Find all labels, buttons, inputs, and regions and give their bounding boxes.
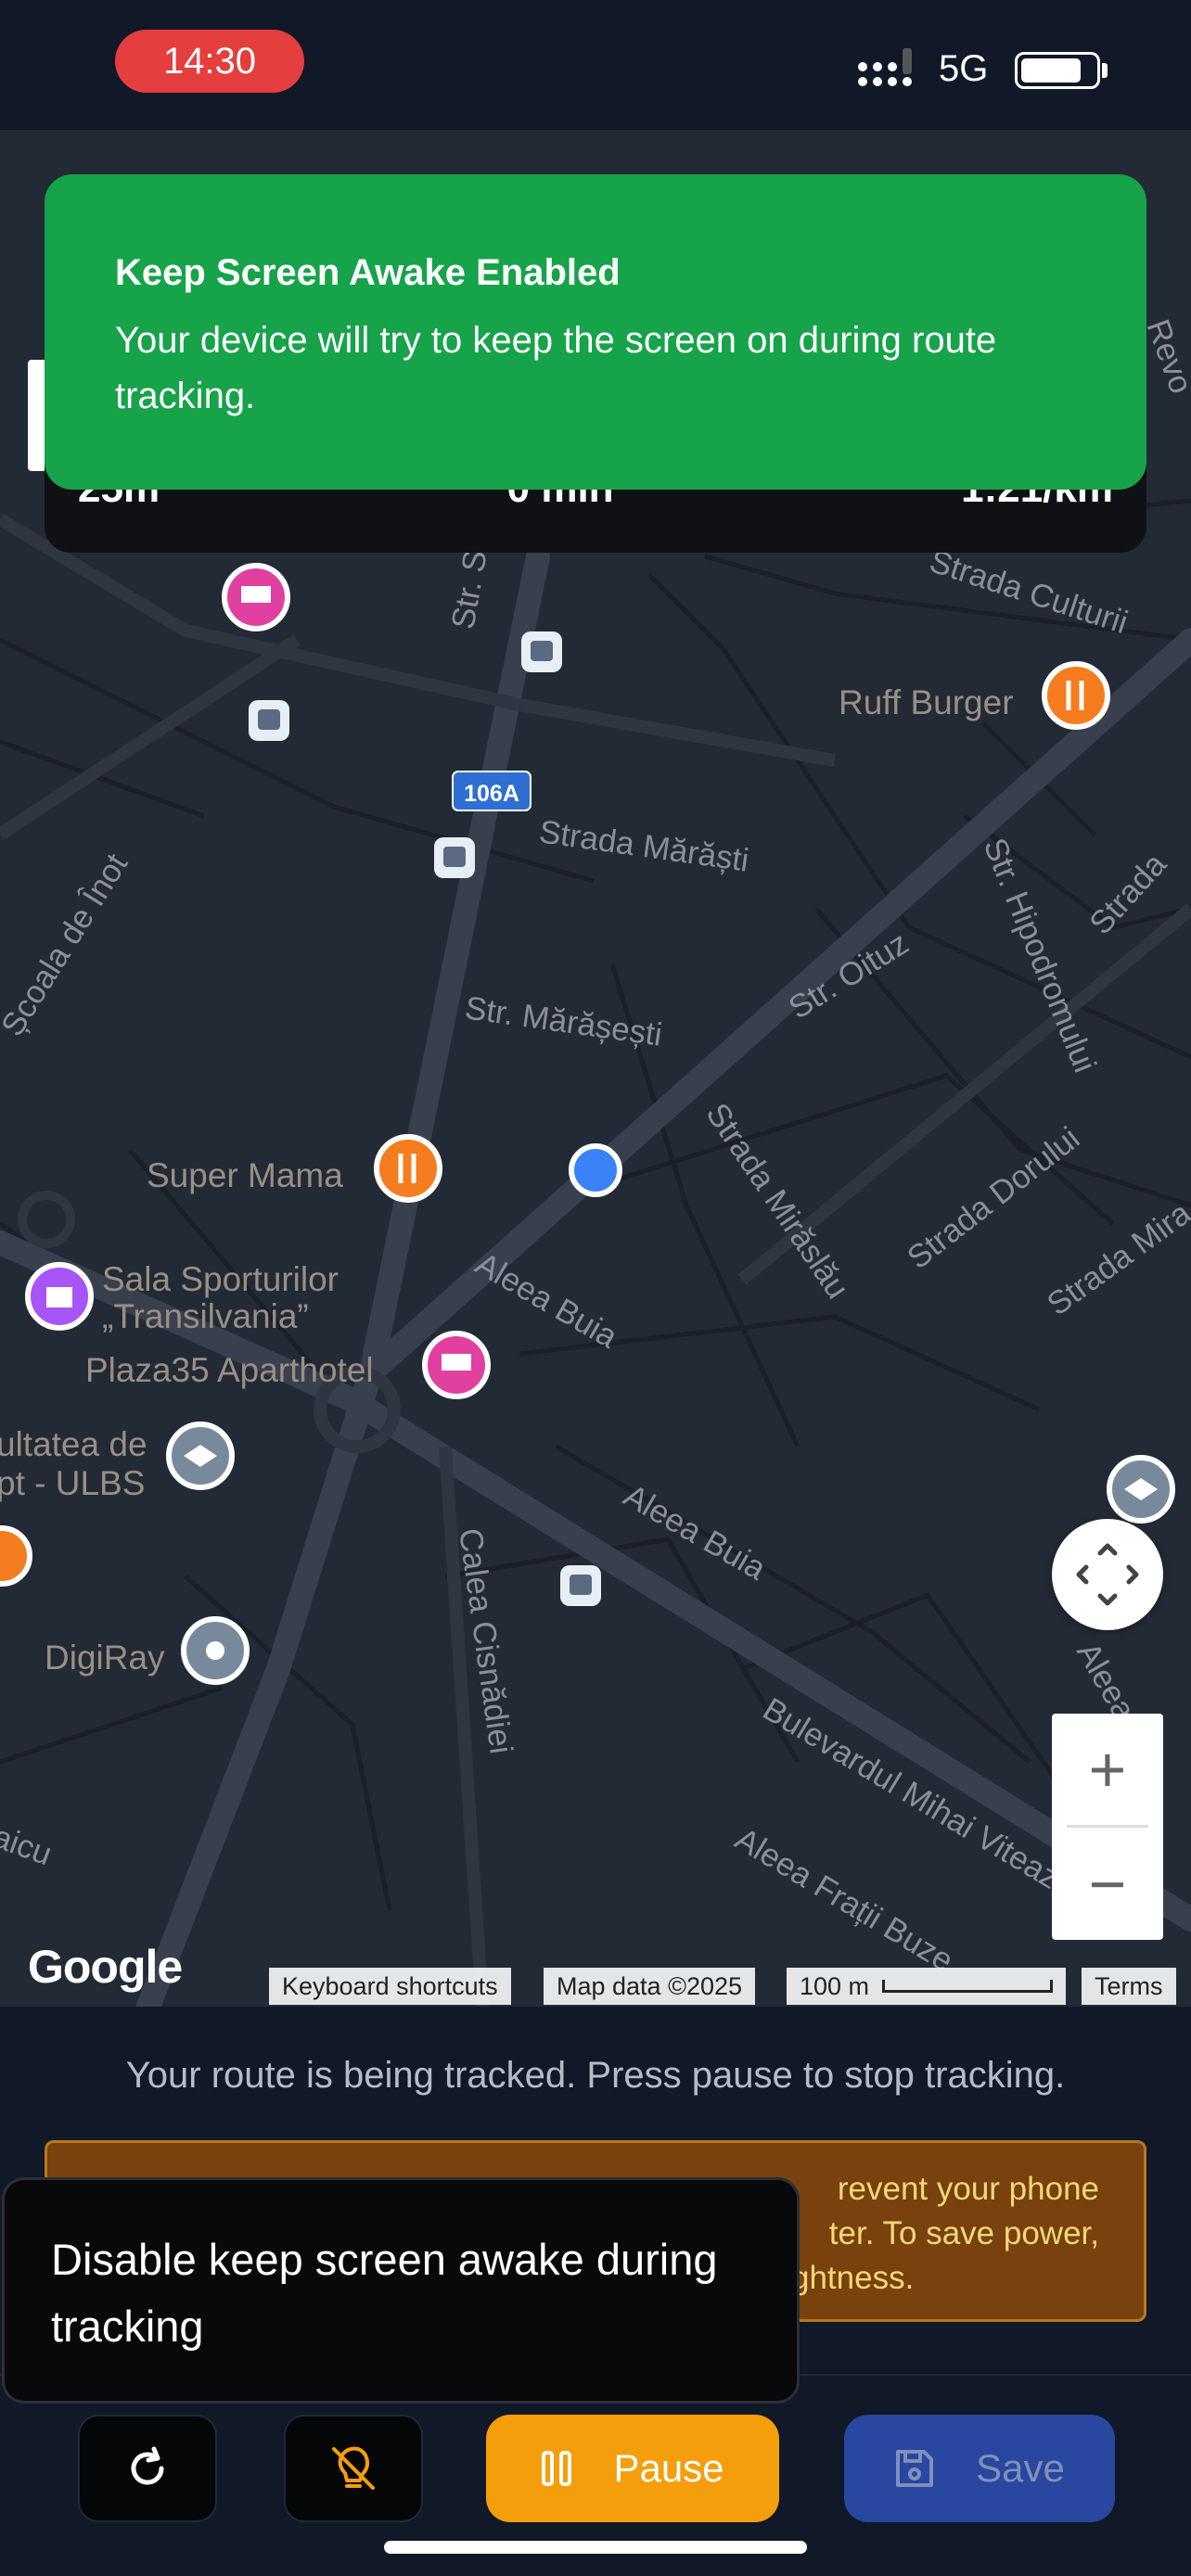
label-facultatea-1: ultatea de xyxy=(0,1425,147,1463)
school-pin-ulbs xyxy=(166,1422,235,1490)
label-digiray: DigiRay xyxy=(45,1639,165,1677)
refresh-icon xyxy=(131,2446,164,2485)
save-button[interactable]: Save xyxy=(844,2415,1115,2522)
battery-fill xyxy=(1021,58,1081,83)
keep-awake-tooltip: Disable keep screen awake during trackin… xyxy=(2,2177,800,2404)
label-ruff-burger: Ruff Burger xyxy=(839,683,1014,721)
status-time: 14:30 xyxy=(115,30,304,93)
restaurant-pin-ruff xyxy=(1042,661,1110,730)
hotel-pin-plaza35 xyxy=(422,1331,491,1399)
school-pin-right xyxy=(1107,1455,1175,1524)
restaurant-pin-edge xyxy=(0,1525,32,1587)
keep-awake-toast[interactable]: Keep Screen Awake Enabled Your device wi… xyxy=(45,174,1146,490)
network-type: 5G xyxy=(939,48,989,89)
recenter-arrows-icon xyxy=(1076,1543,1139,1606)
label-sala-2: „Transilvania” xyxy=(102,1297,309,1335)
map-scale-label: 100 m xyxy=(800,1971,870,2000)
label-sala-1: Sala Sporturilor xyxy=(102,1260,339,1298)
pause-icon xyxy=(542,2451,572,2486)
zoom-out-button[interactable]: − xyxy=(1052,1829,1163,1940)
tracking-status-text: Your route is being tracked. Press pause… xyxy=(125,2055,1066,2096)
google-logo: Google xyxy=(28,1941,183,1993)
save-label: Save xyxy=(976,2446,1065,2490)
label-facultatea-2: pt - ULBS xyxy=(0,1464,145,1502)
floppy-icon xyxy=(896,2450,934,2487)
terms-link[interactable]: Terms xyxy=(1082,1968,1176,2005)
bulb-off-icon xyxy=(332,2446,375,2490)
zoom-controls: + − xyxy=(1052,1714,1163,1940)
label-str-s: Str. S xyxy=(444,547,493,631)
hotel-pin-1 xyxy=(222,563,290,631)
label-strada-culturii: Strada Culturii xyxy=(926,543,1133,642)
recenter-button[interactable] xyxy=(1052,1519,1163,1630)
place-pin-digiray xyxy=(181,1616,250,1685)
map-data-attribution[interactable]: Map data ©2025 xyxy=(544,1968,756,2005)
status-bar: 14:30 5G xyxy=(0,0,1191,130)
toast-title: Keep Screen Awake Enabled xyxy=(115,252,621,293)
toast-message: Your device will try to keep the screen … xyxy=(115,320,997,416)
label-plaza35: Plaza35 Aparthotel xyxy=(85,1351,374,1389)
pause-label: Pause xyxy=(613,2446,724,2490)
label-strada-dorului: Strada Dorului xyxy=(901,1120,1086,1276)
pause-button[interactable]: Pause xyxy=(486,2415,779,2522)
home-indicator[interactable] xyxy=(384,2541,807,2554)
label-strada-mira-right: Strada Mira xyxy=(1041,1194,1191,1322)
scale-bar xyxy=(882,1980,1054,1993)
label-aleea-fratii: Aleea Frații Buze xyxy=(729,1820,960,1979)
label-aicu: aicu xyxy=(0,1818,57,1873)
keep-awake-toggle-button[interactable] xyxy=(284,2415,423,2522)
label-super-mama: Super Mama xyxy=(147,1156,343,1194)
zoom-divider xyxy=(1067,1825,1148,1828)
label-str-marasesti: Str. Mărășești xyxy=(463,989,664,1052)
current-location-dot xyxy=(569,1143,622,1197)
label-str-marasti: Strada Mărăști xyxy=(537,813,751,878)
label-scoala: Școala de Înot xyxy=(0,848,135,1043)
battery-icon xyxy=(1015,52,1100,89)
stadium-pin xyxy=(25,1262,94,1331)
battery-tip xyxy=(1102,63,1108,78)
zoom-in-button[interactable]: + xyxy=(1052,1714,1163,1825)
keyboard-shortcuts-link[interactable]: Keyboard shortcuts xyxy=(269,1968,511,2005)
refresh-button[interactable] xyxy=(78,2415,217,2522)
restaurant-pin-super-mama xyxy=(374,1134,442,1203)
label-aleea-buia-1: Aleea Buia xyxy=(469,1245,624,1356)
label-revo: Revo xyxy=(1139,314,1191,398)
route-badge: 106A xyxy=(464,781,519,807)
signal-icon xyxy=(858,48,912,86)
map-scale: 100 m xyxy=(787,1968,1067,2005)
